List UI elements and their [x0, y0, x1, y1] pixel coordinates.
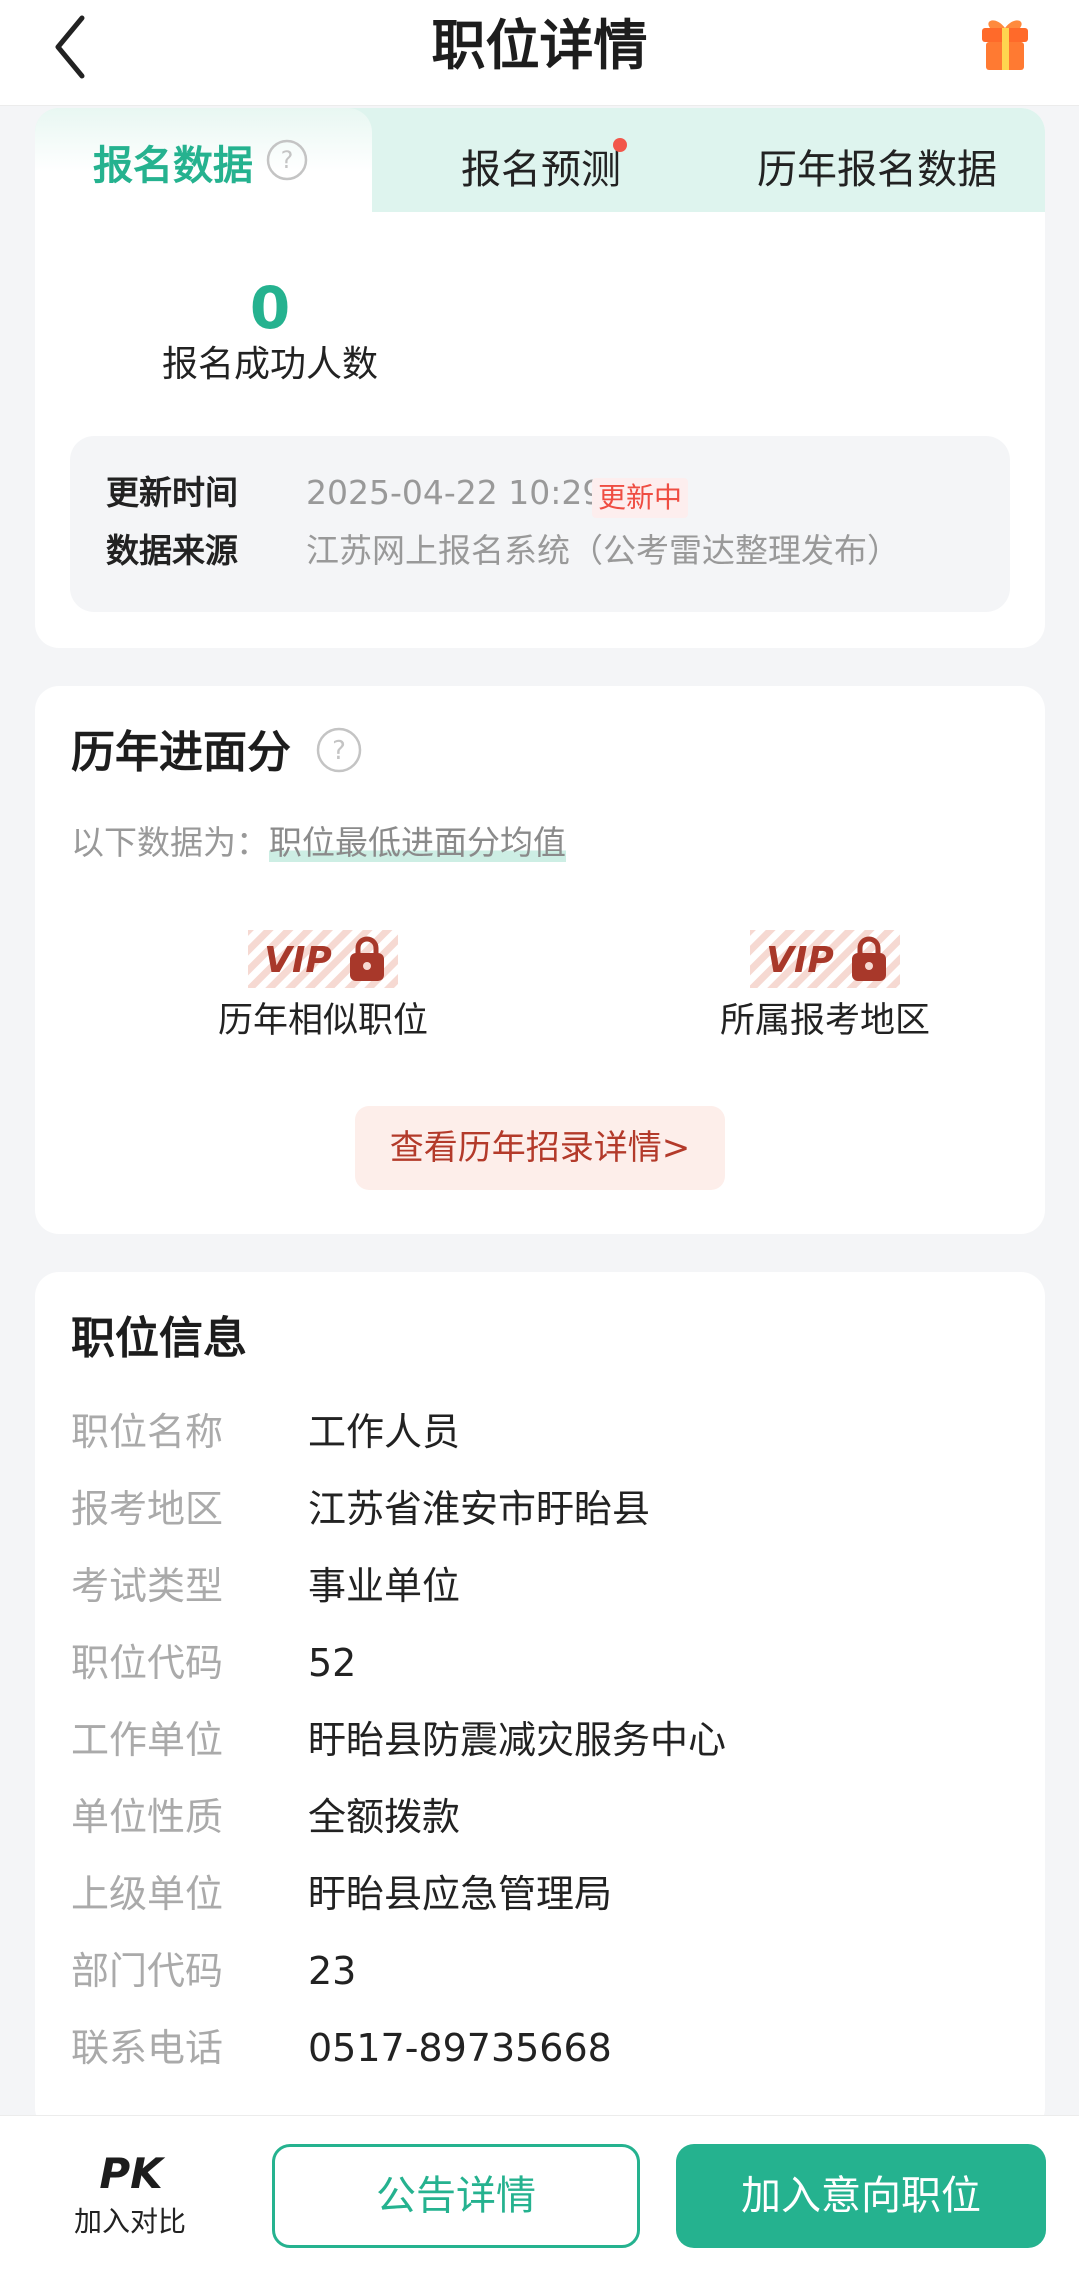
info-row-job-name: 职位名称 工作人员 [71, 1402, 1011, 1462]
info-row-funding-type: 单位性质 全额拨款 [71, 1787, 1011, 1847]
svg-text:?: ? [332, 736, 346, 766]
interview-score-title: 历年进面分 [71, 727, 291, 778]
notice-detail-button[interactable]: 公告详情 [272, 2144, 640, 2248]
info-row-key: 上级单位 [71, 1872, 224, 1916]
interview-note-highlight: 职位最低进面分均值 [269, 823, 566, 862]
update-time-key: 更新时间 [106, 473, 238, 512]
svg-text:?: ? [281, 146, 294, 174]
info-row-value: 全额拨款 [308, 1795, 461, 1839]
question-circle-icon[interactable]: ? [315, 726, 363, 774]
bottom-action-bar: PK 加入对比 公告详情 加入意向职位 [0, 2115, 1079, 2273]
info-row-dept-code: 部门代码 23 [71, 1941, 1011, 2001]
info-row-key: 报考地区 [71, 1487, 224, 1531]
svg-text:VIP: VIP [264, 940, 332, 981]
info-row-phone: 联系电话 0517-89735668 [71, 2018, 1011, 2078]
tab-signup-data[interactable]: 报名数据 ? [35, 108, 372, 224]
update-time-value: 2025-04-22 10:29 [306, 473, 604, 512]
tab-history-signup[interactable]: 历年报名数据 [757, 142, 997, 198]
signup-success-count: 0 [249, 274, 291, 342]
similar-jobs-label: 历年相似职位 [217, 1001, 428, 1041]
header-bar: 职位详情 [0, 0, 1079, 106]
signup-data-card: 报名数据 ? 报名预测 历年报名数据 0 报名成功人数 更新时间 2025-04… [35, 108, 1045, 648]
info-row-value: 52 [308, 1641, 357, 1685]
add-compare-label: 加入对比 [73, 2205, 186, 2238]
vip-exam-region[interactable]: VIP 所属报考地区 [675, 926, 975, 1046]
info-row-employer: 工作单位 盱眙县防震减灾服务中心 [71, 1710, 1011, 1770]
info-row-key: 考试类型 [71, 1564, 224, 1608]
svg-text:VIP: VIP [766, 940, 834, 981]
info-row-value: 工作人员 [308, 1410, 461, 1454]
info-row-parent-unit: 上级单位 盱眙县应急管理局 [71, 1864, 1011, 1924]
vip-similar-jobs[interactable]: VIP 历年相似职位 [173, 926, 473, 1046]
info-row-value: 盱眙县应急管理局 [308, 1872, 613, 1916]
tab-signup-forecast[interactable]: 报名预测 [461, 142, 621, 198]
info-row-job-code: 职位代码 52 [71, 1633, 1011, 1693]
info-row-value: 盱眙县防震减灾服务中心 [308, 1718, 727, 1762]
data-source-value: 江苏网上报名系统（公考雷达整理发布） [306, 531, 900, 570]
job-info-title: 职位信息 [71, 1313, 247, 1364]
gift-icon[interactable] [976, 14, 1034, 72]
info-row-key: 部门代码 [71, 1949, 224, 1993]
exam-region-label: 所属报考地区 [719, 1001, 930, 1041]
update-info-box: 更新时间 2025-04-22 10:29 更新中 数据来源 江苏网上报名系统（… [70, 436, 1010, 612]
info-row-region: 报考地区 江苏省淮安市盱眙县 [71, 1479, 1011, 1539]
pk-icon: PK [99, 2149, 166, 2196]
info-row-exam-type: 考试类型 事业单位 [71, 1556, 1011, 1616]
info-row-key: 单位性质 [71, 1795, 224, 1839]
interview-note-prefix: 以下数据为： [71, 823, 269, 862]
info-row-value: 23 [308, 1949, 357, 1993]
data-source-key: 数据来源 [106, 531, 238, 570]
tab-signup-data-label: 报名数据 [93, 143, 253, 189]
view-history-button[interactable]: 查看历年招录详情> [355, 1106, 725, 1190]
info-row-key: 联系电话 [71, 2026, 224, 2070]
vip-lock-icon: VIP [248, 930, 398, 988]
interview-note: 以下数据为：职位最低进面分均值 [71, 820, 566, 866]
status-badge: 更新中 [592, 478, 689, 518]
question-circle-icon[interactable]: ? [265, 138, 309, 182]
svg-text:PK: PK [99, 2149, 166, 2196]
info-row-value[interactable]: 0517-89735668 [308, 2018, 612, 2078]
notification-dot [613, 138, 627, 152]
add-intent-job-button[interactable]: 加入意向职位 [676, 2144, 1046, 2248]
vip-lock-icon: VIP [750, 930, 900, 988]
info-row-key: 工作单位 [71, 1718, 224, 1762]
info-row-value: 事业单位 [308, 1564, 461, 1608]
signup-success-label: 报名成功人数 [161, 344, 378, 385]
info-row-value: 江苏省淮安市盱眙县 [308, 1487, 651, 1531]
info-row-key: 职位代码 [71, 1641, 224, 1685]
job-info-card: 职位信息 职位名称 工作人员 报考地区 江苏省淮安市盱眙县 考试类型 事业单位 … [35, 1272, 1045, 2132]
interview-score-card: 历年进面分 ? 以下数据为：职位最低进面分均值 VIP 历年相似职位 VIP 所… [35, 686, 1045, 1234]
info-row-key: 职位名称 [71, 1410, 224, 1454]
page-title: 职位详情 [431, 14, 648, 77]
